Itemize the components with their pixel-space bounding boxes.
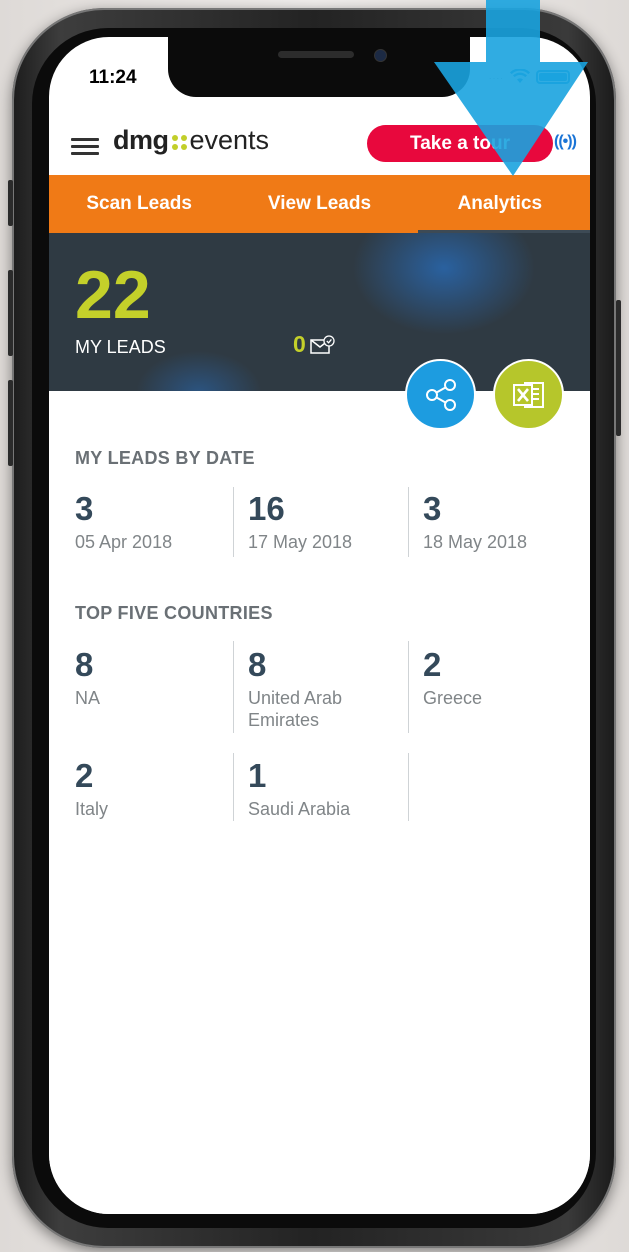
mail-sent-icon	[310, 334, 335, 354]
notch	[168, 37, 470, 97]
logo-dots-icon	[171, 134, 187, 150]
country-stat: 2 Italy	[75, 759, 245, 820]
analytics-content: MY LEADS BY DATE 3 05 Apr 2018 16 17 May…	[49, 391, 590, 1214]
app-screen: 11:24 .... dmg events Take a tour ((•)) …	[49, 37, 590, 1214]
down-arrow-icon	[434, 0, 588, 176]
column-divider	[408, 753, 409, 821]
power-button	[616, 300, 621, 436]
country-stat-name: United Arab Emirates	[248, 688, 343, 730]
top-countries-title: TOP FIVE COUNTRIES	[75, 603, 273, 623]
date-stat: 3 18 May 2018	[423, 492, 590, 553]
volume-up-button	[8, 270, 13, 356]
date-stat-date: 17 May 2018	[248, 532, 353, 552]
sent-leads-indicator: 0	[293, 331, 336, 358]
dmg-events-logo: dmg events	[113, 125, 269, 156]
date-stat-date: 05 Apr 2018	[75, 532, 173, 552]
date-stat: 16 17 May 2018	[248, 492, 418, 553]
my-leads-count: 22	[75, 257, 151, 333]
date-stat: 3 05 Apr 2018	[75, 492, 245, 553]
country-stat-count: 1	[248, 757, 267, 794]
front-camera	[374, 49, 387, 62]
main-tabs: Scan Leads View Leads Analytics	[49, 175, 590, 233]
country-stat: 2 Greece	[423, 648, 590, 709]
column-divider	[408, 487, 409, 557]
column-divider	[233, 753, 234, 821]
excel-icon	[512, 381, 544, 408]
country-stat: 8 United Arab Emirates	[248, 648, 398, 731]
country-stat-name: NA	[75, 688, 101, 708]
logo-text-dmg: dmg	[113, 125, 169, 155]
country-stat-name: Italy	[75, 799, 109, 819]
share-button[interactable]	[405, 359, 476, 430]
country-stat-count: 2	[75, 757, 94, 794]
column-divider	[233, 641, 234, 733]
silent-switch	[8, 180, 13, 226]
my-leads-label: MY LEADS	[75, 337, 166, 357]
tab-analytics[interactable]: Analytics	[410, 175, 590, 233]
country-stat-count: 8	[248, 646, 267, 683]
speaker-grille	[278, 51, 354, 58]
country-stat-count: 2	[423, 646, 442, 683]
export-excel-button[interactable]	[493, 359, 564, 430]
leads-by-date-title: MY LEADS BY DATE	[75, 448, 255, 468]
logo-text-events: events	[189, 125, 270, 155]
country-stat-name: Saudi Arabia	[248, 799, 351, 819]
column-divider	[233, 487, 234, 557]
share-icon	[425, 378, 456, 411]
date-stat-count: 16	[248, 490, 285, 527]
status-time: 11:24	[89, 67, 137, 88]
country-stat: 8 NA	[75, 648, 245, 709]
column-divider	[408, 641, 409, 733]
tab-scan-leads[interactable]: Scan Leads	[49, 175, 229, 233]
sent-count: 0	[293, 331, 306, 357]
date-stat-date: 18 May 2018	[423, 532, 528, 552]
tab-view-leads[interactable]: View Leads	[229, 175, 409, 233]
date-stat-count: 3	[423, 490, 442, 527]
volume-down-button	[8, 380, 13, 466]
hamburger-menu-icon[interactable]	[71, 138, 99, 155]
country-stat-count: 8	[75, 646, 94, 683]
country-stat-name: Greece	[423, 688, 483, 708]
date-stat-count: 3	[75, 490, 94, 527]
country-stat: 1 Saudi Arabia	[248, 759, 418, 820]
